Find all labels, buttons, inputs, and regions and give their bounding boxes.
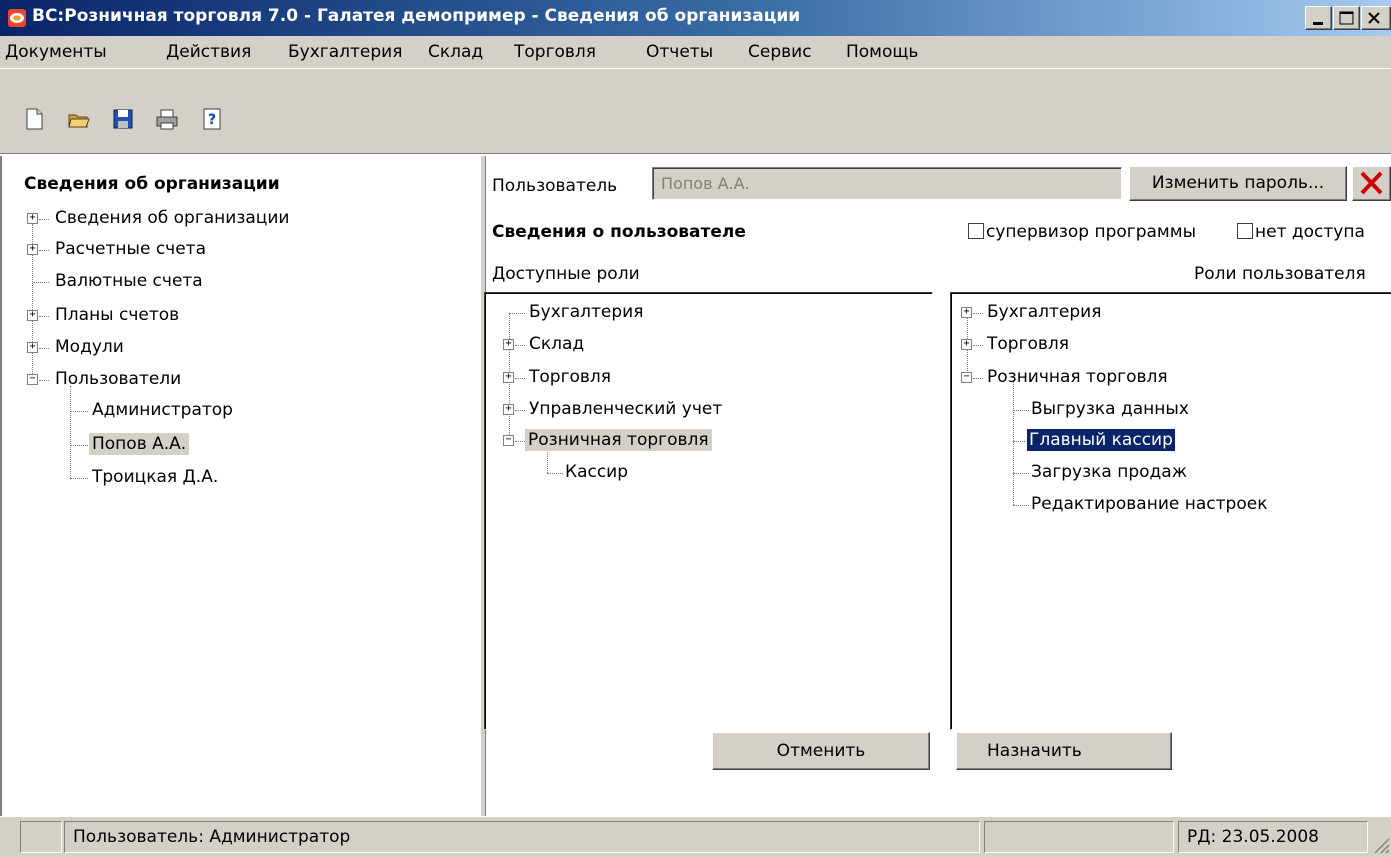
tree-item-label: Управленческий учет [529,399,723,419]
toolbar: ? [0,68,1391,154]
expand-plus-icon[interactable]: + [27,244,38,255]
tree-item-label: Розничная торговля [987,367,1168,387]
no-access-checkbox[interactable] [1237,223,1253,239]
app-logo-icon [8,9,26,27]
tree-item-label: Редактирование настроек [1031,494,1268,514]
maximize-icon [1339,11,1354,25]
supervisor-checkbox[interactable] [968,223,984,239]
window-title: ВС:Розничная торговля 7.0 - Галатея демо… [32,6,801,26]
menu-actions[interactable]: Действия [166,42,251,62]
tree-item-label: Валютные счета [55,271,203,291]
menu-warehouse[interactable]: Склад [428,42,483,62]
tree-item-label: Склад [529,334,585,354]
expand-plus-icon[interactable]: + [27,310,38,321]
title-bar[interactable]: ВС:Розничная торговля 7.0 - Галатея демо… [0,0,1391,36]
tree-item-label: Троицкая Д.А. [92,467,219,487]
collapse-minus-icon[interactable]: − [503,435,514,446]
delete-user-button[interactable] [1352,166,1391,201]
minimize-icon [1313,22,1323,25]
maximize-button[interactable] [1333,6,1360,30]
tree-item-label: Торговля [529,367,612,387]
red-x-icon [1360,171,1383,195]
expand-plus-icon[interactable]: + [503,372,514,383]
status-user: Пользователь: Администратор [64,821,980,853]
no-access-checkbox-row[interactable]: нет доступа [1237,222,1365,242]
expand-plus-icon[interactable]: + [503,339,514,350]
tree-item-label: Розничная торговля [525,429,712,451]
new-document-icon[interactable] [22,107,46,131]
available-roles-label: Доступные роли [492,264,640,284]
svg-text:?: ? [208,112,216,128]
close-icon [1368,12,1380,24]
close-window-button[interactable] [1361,6,1391,30]
resize-grip-icon[interactable] [1372,836,1390,854]
cancel-button[interactable]: Отменить [712,732,930,770]
status-indicator-cell [20,821,62,853]
user-field-label: Пользователь [492,176,618,196]
expand-plus-icon[interactable]: + [27,342,38,353]
expand-plus-icon[interactable]: + [961,339,972,350]
menu-documents[interactable]: Документы [5,42,107,62]
print-icon[interactable] [155,107,179,131]
tree-item-label: Модули [55,337,124,357]
no-access-label: нет доступа [1255,222,1365,242]
tree-item-label: Расчетные счета [55,239,206,259]
user-roles-label: Роли пользователя [1194,264,1366,284]
tree-item-label: Загрузка продаж [1031,462,1188,482]
help-icon[interactable]: ? [200,107,224,131]
tree-item-label: Выгрузка данных [1031,399,1189,419]
collapse-minus-icon[interactable]: − [961,372,972,383]
change-password-button[interactable]: Изменить пароль... [1129,166,1347,201]
tree-item-label: Бухгалтерия [529,302,644,322]
tree-item-label: Кассир [565,462,629,482]
tree-item-label: Сведения об организации [55,208,290,228]
tree-item-label: Торговля [987,334,1070,354]
user-roles-tree[interactable]: + Бухгалтерия + Торговля − Розничная тор… [950,292,1391,730]
menu-reports[interactable]: Отчеты [646,42,713,62]
tree-item-label: Планы счетов [55,305,180,325]
user-section-title: Сведения о пользователе [492,222,746,242]
menu-bar: Документы Действия Бухгалтерия Склад Тор… [0,36,1391,68]
menu-help[interactable]: Помощь [846,42,918,62]
save-icon[interactable] [111,107,135,131]
status-date: РД: 23.05.2008 [1178,821,1368,853]
status-empty-cell [984,821,1174,853]
menu-service[interactable]: Сервис [748,42,812,62]
tree-item-label: Главный кассир [1026,428,1176,452]
available-roles-tree[interactable]: Бухгалтерия + Склад + Торговля + Управле… [484,292,933,730]
menu-trade[interactable]: Торговля [514,42,596,62]
supervisor-checkbox-row[interactable]: супервизор программы [968,222,1196,242]
open-folder-icon[interactable] [67,107,91,131]
tree-item-label: Попов А.А. [89,433,190,455]
collapse-minus-icon[interactable]: − [27,374,38,385]
tree-item-label: Пользователи [55,369,182,389]
tree-item-label: Администратор [92,400,233,420]
minimize-button[interactable] [1305,6,1332,30]
menu-accounting[interactable]: Бухгалтерия [288,42,402,62]
user-name-field: Попов А.А. [652,167,1122,200]
supervisor-label: супервизор программы [986,222,1196,242]
expand-plus-icon[interactable]: + [961,307,972,318]
expand-plus-icon[interactable]: + [27,213,38,224]
assign-button[interactable]: Назначить [956,732,1172,770]
organization-tree-title: Сведения об организации [24,174,280,194]
tree-item-label: Бухгалтерия [987,302,1102,322]
tree-connector [70,386,71,478]
expand-plus-icon[interactable]: + [503,404,514,415]
